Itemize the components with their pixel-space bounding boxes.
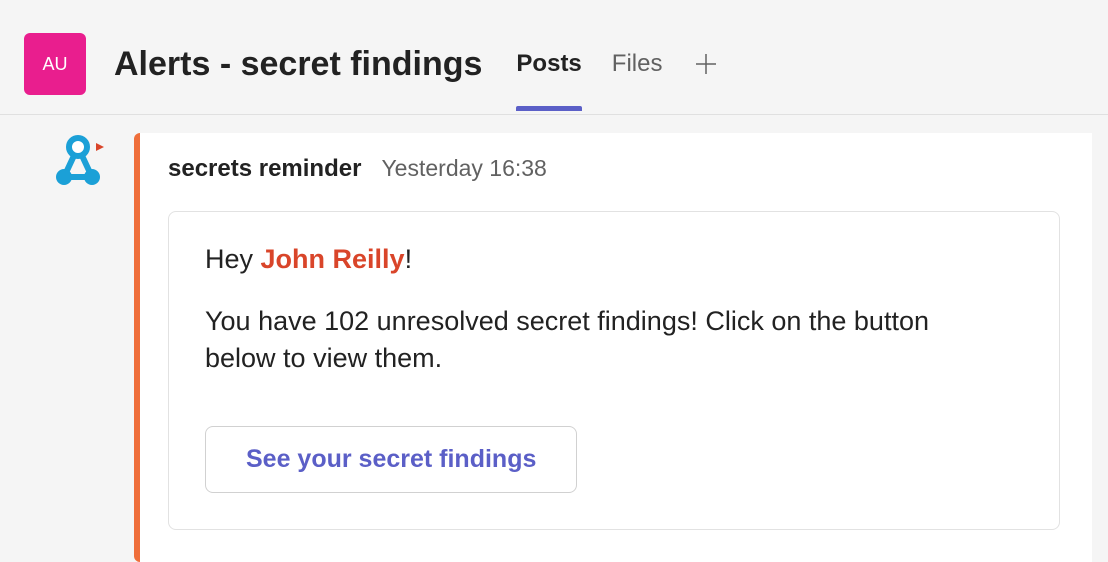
tab-files[interactable]: Files xyxy=(612,18,663,110)
channel-avatar: AU xyxy=(24,33,86,95)
mention-user[interactable]: John Reilly xyxy=(261,244,405,274)
greeting-prefix: Hey xyxy=(205,244,261,274)
message-feed: secrets reminder Yesterday 16:38 Hey Joh… xyxy=(0,115,1108,562)
webhook-icon xyxy=(46,133,110,197)
channel-title: Alerts - secret findings xyxy=(114,45,482,84)
sender-name: secrets reminder xyxy=(168,155,361,183)
message-card: secrets reminder Yesterday 16:38 Hey Joh… xyxy=(134,133,1092,562)
tabs-row: Posts Files xyxy=(516,22,720,114)
message-timestamp: Yesterday 16:38 xyxy=(381,155,546,182)
add-tab-button[interactable] xyxy=(692,50,720,78)
adaptive-card: Hey John Reilly! You have 102 unresolved… xyxy=(168,211,1060,530)
card-body-text: You have 102 unresolved secret findings!… xyxy=(205,303,985,378)
message-row: secrets reminder Yesterday 16:38 Hey Joh… xyxy=(46,133,1092,562)
bot-avatar xyxy=(46,133,110,197)
see-findings-button[interactable]: See your secret findings xyxy=(205,426,577,493)
plus-icon xyxy=(692,50,720,78)
tab-posts[interactable]: Posts xyxy=(516,18,581,110)
channel-header: AU Alerts - secret findings Posts Files xyxy=(0,0,1108,115)
greeting-line: Hey John Reilly! xyxy=(205,244,1023,275)
greeting-suffix: ! xyxy=(405,244,413,274)
message-header: secrets reminder Yesterday 16:38 xyxy=(168,155,1060,183)
